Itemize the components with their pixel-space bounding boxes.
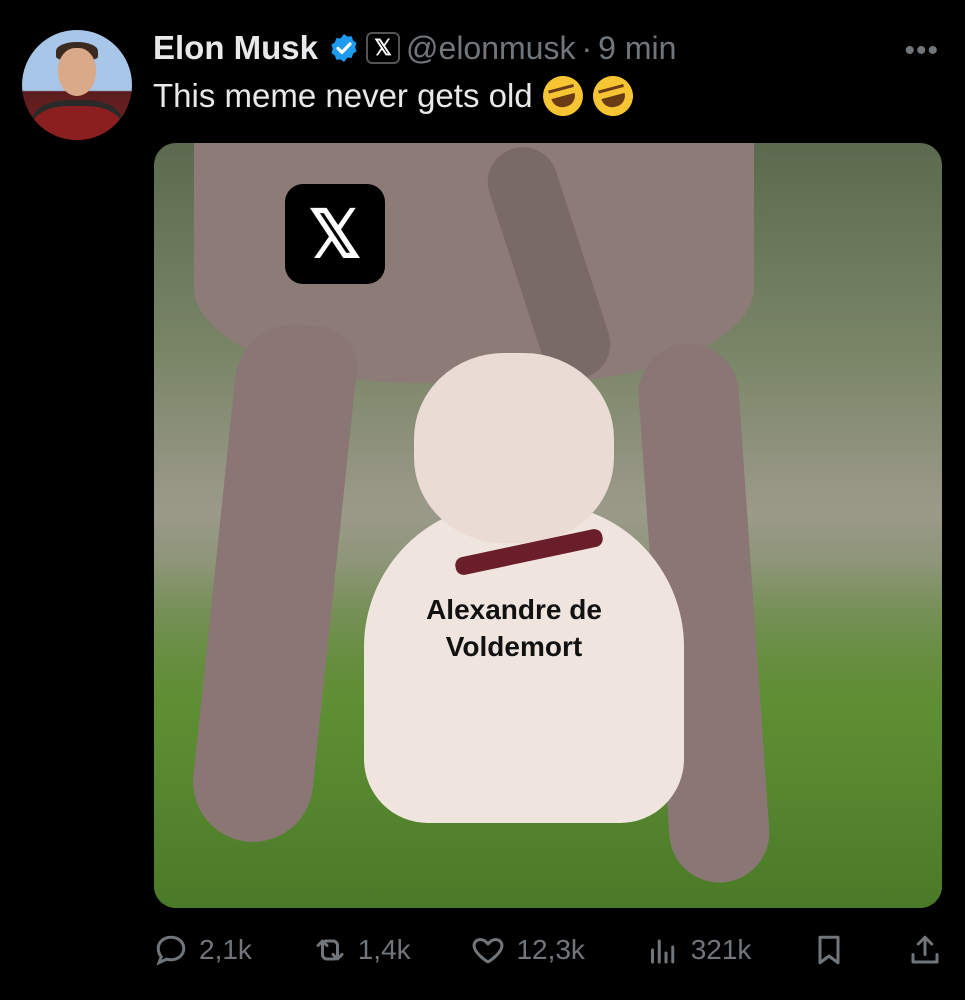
views-button[interactable]: 321k xyxy=(645,932,752,968)
reply-count: 2,1k xyxy=(199,934,252,965)
analytics-icon xyxy=(650,939,674,964)
reply-icon xyxy=(156,935,186,966)
meme-caption-line1: Alexandre de xyxy=(426,594,602,625)
tweet-text: This meme never gets old xyxy=(153,71,638,121)
repost-count: 1,4k xyxy=(357,934,411,965)
avatar-face xyxy=(58,48,96,96)
like-button[interactable]: 12,3k xyxy=(470,932,585,968)
repost-button[interactable]: 1,4k xyxy=(312,932,411,968)
author-name[interactable]: Elon Musk xyxy=(153,29,318,67)
repost-icon xyxy=(316,939,344,961)
x-logo-icon: 𝕏 xyxy=(285,184,385,284)
header-separator: · xyxy=(581,29,593,66)
verified-badge-icon xyxy=(331,34,357,62)
views-count: 321k xyxy=(690,934,752,965)
x-affiliation-badge[interactable]: 𝕏 xyxy=(366,32,401,64)
heart-icon xyxy=(473,938,504,964)
tweet-header: Elon Musk 𝕏 @elonmusk · 9 min xyxy=(153,26,676,70)
meme-caption-line2: Voldemort xyxy=(445,631,583,662)
more-options-icon[interactable]: ••• xyxy=(904,34,939,68)
share-icon xyxy=(911,935,939,964)
author-avatar[interactable] xyxy=(22,30,132,140)
tweet-text-content: This meme never gets old xyxy=(153,77,533,114)
tweet-timestamp[interactable]: 9 min xyxy=(598,30,676,67)
second-dog-head xyxy=(414,353,614,543)
avatar-armor xyxy=(32,100,122,140)
tweet-actions: 2,1k 1,4k 12,3k 321k xyxy=(153,928,943,972)
meme-caption: Alexandre de Voldemort xyxy=(364,591,664,665)
author-handle[interactable]: @elonmusk xyxy=(406,30,575,67)
rolling-on-floor-laughing-emoji-icon xyxy=(538,71,588,121)
reply-button[interactable]: 2,1k xyxy=(153,932,252,968)
like-count: 12,3k xyxy=(516,934,585,965)
bookmark-button[interactable] xyxy=(811,932,847,968)
rolling-on-floor-laughing-emoji-icon xyxy=(588,71,638,121)
share-button[interactable] xyxy=(907,932,943,968)
bookmark-icon xyxy=(818,935,840,965)
tweet-media-image[interactable]: 𝕏 Alexandre de Voldemort xyxy=(154,143,942,908)
